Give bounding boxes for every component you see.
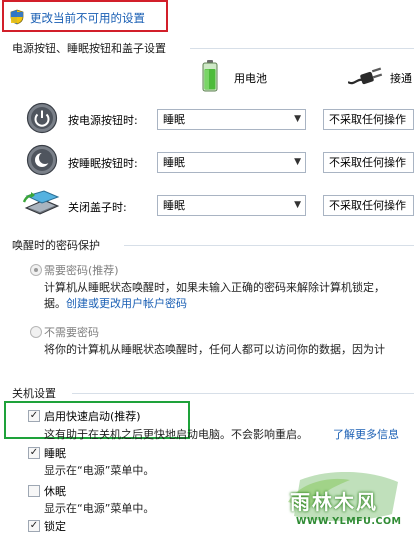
chevron-down-icon: ▼ [294,114,301,124]
select-value: 不采取任何操作 [329,113,406,126]
fast-startup-checkbox[interactable]: ✓ [28,410,40,422]
sleep-button-icon [26,144,58,176]
require-password-label: 需要密码(推荐) [44,264,119,277]
fast-startup-label: 启用快速启动(推荐) [44,410,141,423]
power-button-battery-select[interactable]: 睡眠 ▼ [157,109,306,130]
watermark-brand: 雨林木风 [290,490,378,514]
battery-column-header: 用电池 [234,72,267,85]
shutdown-section-title: 关机设置 [12,387,56,400]
select-value: 睡眠 [163,113,185,126]
hibernate-label: 休眠 [44,485,66,498]
select-value: 不采取任何操作 [329,199,406,212]
no-password-label: 不需要密码 [44,326,99,339]
watermark-url: WWW.YLMFU.COM [296,516,402,527]
section-divider [72,393,414,394]
sleep-button-battery-select[interactable]: 睡眠 ▼ [157,152,306,173]
no-password-description: 将你的计算机从睡眠状态唤醒时，任何人都可以访问你的数据，因为计 [44,343,385,356]
power-buttons-section-title: 电源按钮、睡眠按钮和盖子设置 [12,42,166,55]
section-divider [124,245,414,246]
close-lid-icon [22,190,60,216]
learn-more-link[interactable]: 了解更多信息 [333,426,399,442]
power-button-plugged-select[interactable]: 不采取任何操作 [323,109,414,130]
create-change-password-link[interactable]: 创建或更改用户帐户密码 [66,295,187,311]
lock-checkbox[interactable]: ✓ [28,520,40,532]
ylmf-watermark: 雨林木风 WWW.YLMFU.COM [280,472,410,536]
close-lid-plugged-select[interactable]: 不采取任何操作 [323,195,414,216]
plug-icon [347,66,384,88]
battery-icon [202,60,218,92]
no-password-radio[interactable] [30,326,42,338]
chevron-down-icon: ▼ [294,157,301,167]
chevron-down-icon: ▼ [294,200,301,210]
uac-shield-icon [10,9,24,25]
hibernate-description: 显示在“电源”菜单中。 [44,502,155,515]
wake-password-section-title: 唤醒时的密码保护 [12,239,100,252]
require-password-radio[interactable] [30,264,42,276]
close-lid-label: 关闭盖子时: [68,201,127,214]
require-password-description-2: 据。 [44,297,66,310]
power-button-label: 按电源按钮时: [68,114,138,127]
close-lid-battery-select[interactable]: 睡眠 ▼ [157,195,306,216]
sleep-checkbox[interactable]: ✓ [28,447,40,459]
select-value: 睡眠 [163,156,185,169]
power-button-icon [26,102,58,134]
sleep-button-label: 按睡眠按钮时: [68,157,138,170]
select-value: 不采取任何操作 [329,156,406,169]
hibernate-checkbox[interactable] [28,485,40,497]
sleep-description: 显示在“电源”菜单中。 [44,464,155,477]
plugged-column-header: 接通 [390,72,412,85]
sleep-label: 睡眠 [44,447,66,460]
require-password-description: 计算机从睡眠状态唤醒时，如果未输入正确的密码来解除计算机锁定， [44,281,385,294]
section-divider [190,48,414,49]
lock-label: 锁定 [44,520,66,533]
fast-startup-description: 这有助于在关机之后更快地启动电脑。不会影响重启。 [44,428,308,441]
select-value: 睡眠 [163,199,185,212]
change-unavailable-settings-link[interactable]: 更改当前不可用的设置 [30,10,145,26]
sleep-button-plugged-select[interactable]: 不采取任何操作 [323,152,414,173]
